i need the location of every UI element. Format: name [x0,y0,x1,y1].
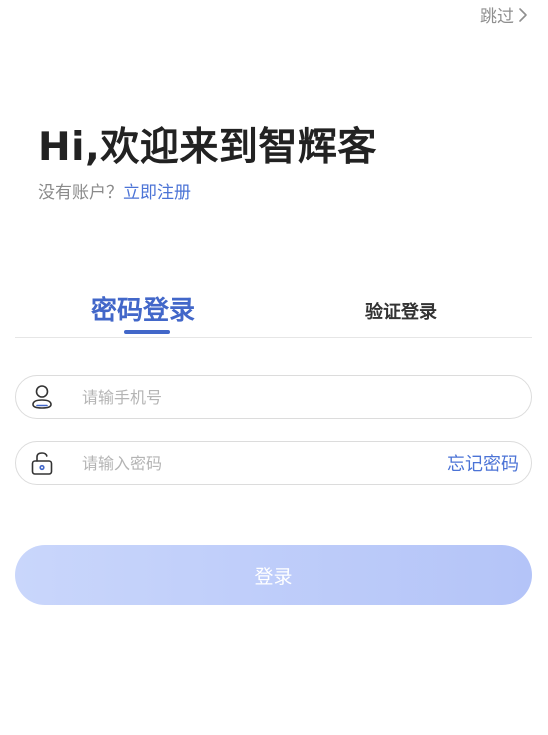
login-button[interactable]: 登录 [15,545,532,605]
welcome-title: Hi,欢迎来到智辉客 [38,125,377,170]
tab-password-login[interactable]: 密码登录 [91,290,196,334]
chevron-right-icon [519,7,527,22]
user-icon [28,383,56,411]
phone-input[interactable] [82,387,531,407]
signup-prompt: 没有账户？立即注册 [38,178,191,203]
tab-code-login[interactable]: 验证登录 [365,298,437,324]
password-field[interactable]: 忘记密码 [15,441,532,485]
active-tab-indicator [124,330,170,334]
phone-field[interactable] [15,375,532,419]
skip-label: 跳过 [480,7,514,27]
login-tabs: 密码登录 验证登录 [15,290,532,338]
skip-button[interactable]: 跳过 [480,2,528,27]
tab-code-label: 验证登录 [365,302,437,323]
lock-icon [28,449,56,477]
signup-link[interactable]: 立即注册 [123,183,191,203]
forgot-password-link[interactable]: 忘记密码 [447,450,519,476]
no-account-text: 没有账户？ [38,183,123,203]
login-page: 跳过 Hi,欢迎来到智辉客 没有账户？立即注册 密码登录 验证登录 请输手机号 … [0,0,548,735]
tab-password-label: 密码登录 [91,296,196,326]
password-input[interactable] [82,453,447,473]
